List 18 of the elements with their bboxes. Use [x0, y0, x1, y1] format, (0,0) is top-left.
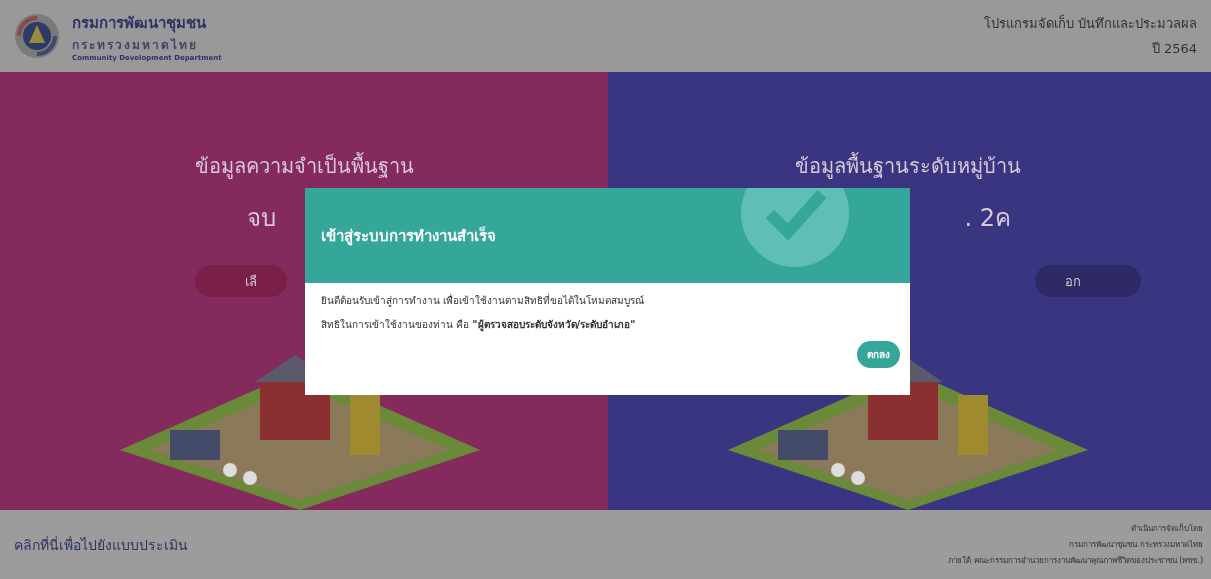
panel-button[interactable]: เลื: [195, 265, 287, 297]
evaluation-link[interactable]: คลิกที่นี่เพื่อไปยังแบบประเมิน: [14, 533, 188, 556]
panel-button[interactable]: อก: [1035, 265, 1141, 297]
panel-title: ข้อมูลความจำเป็นพื้นฐาน: [195, 151, 414, 181]
credit-text: กรมการพัฒนาชุมชน กระทรวงมหาดไทย: [1069, 539, 1203, 551]
dialog-role-text: สิทธิในการเข้าใช้งานของท่าน คือ "ผู้ตรวจสอบระดับจังหวัด/ระดับอำเภอ": [321, 318, 636, 332]
panel-title: ข้อมูลพื้นฐานระดับหมู่บ้าน: [795, 151, 1021, 181]
emblem-logo-icon: [14, 13, 60, 59]
panel-subtitle: . 2ค: [964, 203, 1011, 234]
program-year: ปี 2564: [1151, 40, 1197, 58]
dialog-message: ยินดีต้อนรับเข้าสู่การทำงาน เพื่อเข้าใช้งานตามสิทธิที่ขอได้ในโหมดสมบูรณ์: [321, 293, 645, 308]
credit-text: ภายใต้ คณะกรรมการอำนวยการงานพัฒนาคุณภาพชีวิตของประชาชน (พชช.): [948, 555, 1203, 567]
ministry-name: กระทรวงมหาดไทย: [72, 36, 199, 54]
org-name: กรมการพัฒนาชุมชน: [72, 12, 207, 35]
dialog-title: เข้าสู่ระบบการทำงานสำเร็จ: [321, 225, 496, 248]
panel-subtitle: จบ: [247, 203, 276, 234]
credit-text: ดำเนินการจัดเก็บโดย: [1131, 522, 1203, 535]
program-title: โปรแกรมจัดเก็บ บันทึกและประมวลผล: [983, 13, 1197, 33]
